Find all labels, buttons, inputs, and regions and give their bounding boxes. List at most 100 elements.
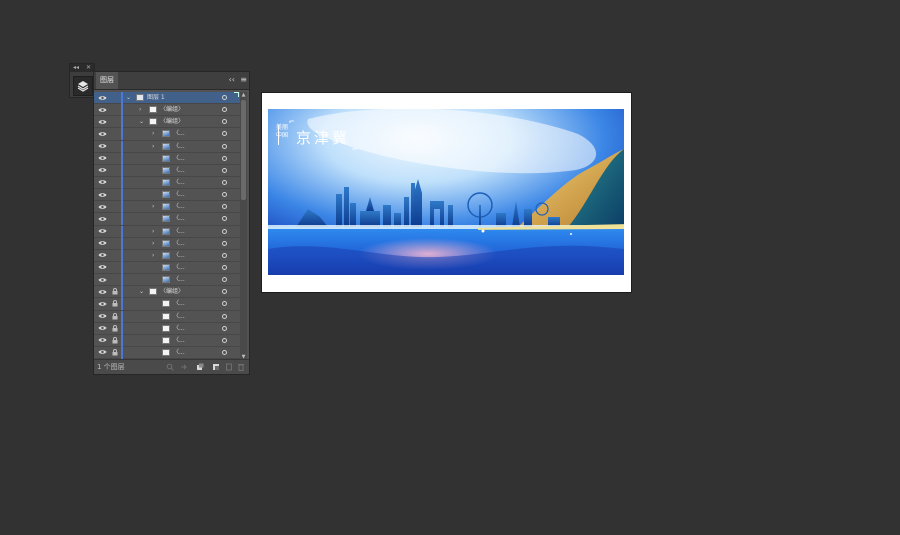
visibility-eye-icon[interactable] xyxy=(98,104,107,115)
layer-item-row[interactable]: › 〈... xyxy=(94,225,240,238)
expand-chevron-right-icon[interactable]: › xyxy=(152,128,154,139)
layer-name[interactable]: 〈... xyxy=(173,298,185,309)
delete-icon[interactable] xyxy=(237,363,245,371)
target-circle-icon[interactable] xyxy=(222,179,227,185)
lock-toggle[interactable] xyxy=(111,128,118,139)
scroll-up-arrow-icon[interactable]: ▲ xyxy=(240,92,247,98)
target-circle-icon[interactable] xyxy=(222,349,227,355)
layer-row[interactable]: ⌄ 图层 1 xyxy=(94,92,240,105)
target-circle-icon[interactable] xyxy=(222,216,227,222)
new-sublayer-icon[interactable] xyxy=(212,363,220,371)
target-circle-icon[interactable] xyxy=(222,277,227,283)
layer-item-row[interactable]: 〈... xyxy=(94,152,240,165)
layer-name[interactable]: 〈编组〉 xyxy=(160,286,184,297)
layer-name[interactable]: 〈... xyxy=(173,165,185,176)
layer-name[interactable]: 〈... xyxy=(173,250,185,261)
layer-name[interactable]: 〈... xyxy=(173,311,185,322)
expand-chevron-right-icon[interactable]: › xyxy=(152,238,154,249)
panel-menu-icon[interactable]: ≡ xyxy=(240,75,247,84)
layer-name[interactable]: 〈编组〉 xyxy=(160,104,184,115)
visibility-eye-icon[interactable] xyxy=(98,177,107,188)
close-strip-icon[interactable]: ✕ xyxy=(86,64,91,72)
lock-icon[interactable] xyxy=(111,286,118,297)
lock-toggle[interactable] xyxy=(111,274,118,285)
layer-name[interactable]: 〈... xyxy=(173,213,185,224)
layer-item-row[interactable]: › 〈... xyxy=(94,140,240,153)
lock-toggle[interactable] xyxy=(111,201,118,212)
tab-layers[interactable]: 图层 xyxy=(96,72,118,89)
collapse-strip-icon[interactable]: ◂◂ xyxy=(73,64,79,72)
target-circle-icon[interactable] xyxy=(222,131,227,137)
layer-name[interactable]: 〈... xyxy=(173,347,185,358)
lock-toggle[interactable] xyxy=(111,104,118,115)
layer-item-row[interactable]: 〈... xyxy=(94,274,240,287)
layer-item-row[interactable]: 〈... xyxy=(94,213,240,226)
target-circle-icon[interactable] xyxy=(222,264,227,270)
new-layer-icon[interactable] xyxy=(225,363,233,371)
collapse-panel-icon[interactable]: ‹‹ xyxy=(229,75,235,84)
layer-item-row[interactable]: 〈... xyxy=(94,322,240,335)
layer-item-row[interactable]: ⌄ 〈编组〉 xyxy=(94,116,240,129)
selection-indicator-icon[interactable] xyxy=(234,92,239,97)
lock-toggle[interactable] xyxy=(111,116,118,127)
target-circle-icon[interactable] xyxy=(222,119,227,125)
layer-item-row[interactable]: 〈... xyxy=(94,334,240,347)
layer-name[interactable]: 〈... xyxy=(173,128,185,139)
visibility-eye-icon[interactable] xyxy=(98,347,107,358)
visibility-eye-icon[interactable] xyxy=(98,311,107,322)
locate-object-icon[interactable] xyxy=(166,363,174,371)
collect-export-icon[interactable] xyxy=(180,363,188,371)
layer-item-row[interactable]: 〈... xyxy=(94,346,240,360)
expand-chevron-right-icon[interactable]: › xyxy=(139,104,141,115)
lock-toggle[interactable] xyxy=(111,177,118,188)
expand-chevron-right-icon[interactable]: › xyxy=(152,226,154,237)
visibility-eye-icon[interactable] xyxy=(98,250,107,261)
artwork-beijing-tianjin-hebei-skyline[interactable]: 美丽 中国 京津冀 xyxy=(268,109,624,275)
layer-item-row[interactable]: › 〈... xyxy=(94,237,240,250)
visibility-eye-icon[interactable] xyxy=(98,262,107,273)
layer-name[interactable]: 图层 1 xyxy=(147,92,165,103)
target-circle-icon[interactable] xyxy=(222,167,227,173)
target-circle-icon[interactable] xyxy=(222,252,227,258)
layers-panel-button[interactable] xyxy=(73,76,93,96)
lock-icon[interactable] xyxy=(111,323,118,334)
lock-toggle[interactable] xyxy=(111,238,118,249)
target-circle-icon[interactable] xyxy=(222,192,227,198)
scroll-thumb[interactable] xyxy=(241,100,246,200)
visibility-eye-icon[interactable] xyxy=(98,323,107,334)
lock-icon[interactable] xyxy=(111,347,118,358)
lock-icon[interactable] xyxy=(111,335,118,346)
layer-name[interactable]: 〈... xyxy=(173,323,185,334)
expand-chevron-right-icon[interactable]: › xyxy=(152,250,154,261)
layer-name[interactable]: 〈... xyxy=(173,238,185,249)
visibility-eye-icon[interactable] xyxy=(98,116,107,127)
layer-item-row[interactable]: 〈... xyxy=(94,310,240,323)
lock-toggle[interactable] xyxy=(111,165,118,176)
layer-name[interactable]: 〈编组〉 xyxy=(160,116,184,127)
layer-name[interactable]: 〈... xyxy=(173,274,185,285)
target-circle-icon[interactable] xyxy=(222,289,227,295)
target-circle-icon[interactable] xyxy=(222,337,227,343)
expand-chevron-down-icon[interactable]: ⌄ xyxy=(139,116,144,127)
layer-item-row[interactable]: 〈... xyxy=(94,164,240,177)
lock-toggle[interactable] xyxy=(111,92,118,103)
visibility-eye-icon[interactable] xyxy=(98,226,107,237)
layer-name[interactable]: 〈... xyxy=(173,153,185,164)
layer-name[interactable]: 〈... xyxy=(173,335,185,346)
expand-chevron-down-icon[interactable]: ⌄ xyxy=(139,286,144,297)
layer-item-row[interactable]: 〈... xyxy=(94,176,240,190)
layer-name[interactable]: 〈... xyxy=(173,141,185,152)
target-circle-icon[interactable] xyxy=(222,95,227,100)
lock-toggle[interactable] xyxy=(111,153,118,164)
layer-name[interactable]: 〈... xyxy=(173,189,185,200)
layer-name[interactable]: 〈... xyxy=(173,226,185,237)
target-circle-icon[interactable] xyxy=(222,301,227,307)
visibility-eye-icon[interactable] xyxy=(98,298,107,309)
strip-grip[interactable]: ◂◂ ✕ xyxy=(70,64,94,72)
visibility-eye-icon[interactable] xyxy=(98,201,107,212)
layers-scrollbar[interactable]: ▲ ▼ xyxy=(240,92,247,360)
layer-item-row[interactable]: › 〈... xyxy=(94,128,240,141)
target-circle-icon[interactable] xyxy=(222,155,227,161)
layer-item-row[interactable]: › 〈... xyxy=(94,249,240,262)
layer-item-row[interactable]: ⌄ 〈编组〉 xyxy=(94,286,240,299)
